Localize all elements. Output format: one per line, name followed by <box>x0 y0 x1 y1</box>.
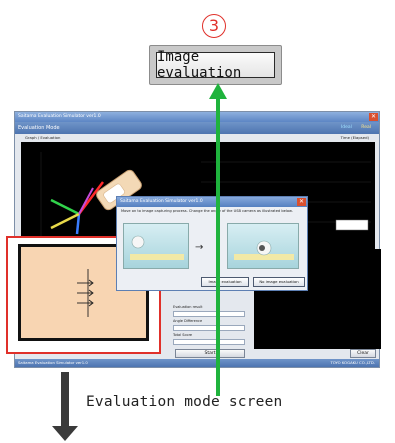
down-arrow-head <box>52 426 78 441</box>
window-title: Saitama Evaluation Simulator ver1.0 <box>15 112 379 122</box>
green-arrow-shaft <box>216 96 220 396</box>
status-right: TOYO KOGAKU CO.,LTD. <box>330 360 375 365</box>
axis-arrow-green <box>50 198 80 216</box>
start-button[interactable]: Start <box>175 349 245 358</box>
green-arrow-head <box>209 83 227 99</box>
step-number-marker: 3 <box>202 14 226 38</box>
axis-arrow-blue <box>75 213 81 235</box>
field-label-evaluation: Evaluation result <box>173 305 203 309</box>
image-evaluation-button-zoom[interactable]: Image evaluation <box>149 45 282 85</box>
image-capture-dialog: Saitama Evaluation Simulator ver1.0 ✕ Mo… <box>116 196 308 291</box>
field-label-score: Total Score <box>173 333 193 337</box>
mode-header: Evaluation Mode Ideal Real <box>15 122 379 134</box>
clear-button[interactable]: Clear <box>350 349 376 358</box>
image-evaluation-label: Image evaluation <box>156 49 275 81</box>
total-score-field <box>173 339 245 345</box>
status-left: Saitama Evaluation Simulator ver1.0 <box>18 360 88 365</box>
axis-arrow-magenta <box>78 187 94 215</box>
dialog-image-evaluation-button[interactable]: Image evaluation <box>201 277 249 287</box>
arrow-right-icon: → <box>195 242 204 253</box>
graph-subheader: Graph / Evaluation Time (Elapsed) <box>15 134 379 141</box>
angle-difference-field <box>173 325 245 331</box>
dialog-no-image-evaluation-button[interactable]: No image evaluation <box>253 277 305 287</box>
legend-item-real: Real <box>361 125 371 130</box>
camera-angle-after-image <box>227 223 299 269</box>
target-marks <box>77 269 94 317</box>
camera-angle-before-image <box>123 223 189 269</box>
time-label: Time (Elapsed) <box>340 135 369 140</box>
dialog-title-text: Saitama Evaluation Simulator ver1.0 <box>120 199 203 204</box>
axis-arrow-yellow <box>50 212 80 230</box>
caption-text: Evaluation mode screen <box>86 394 283 410</box>
down-arrow-shaft <box>61 372 69 428</box>
dialog-message: Move on to image capturing process. Chan… <box>121 209 293 213</box>
legend-item-ideal: Ideal <box>340 125 352 130</box>
graph-label: Graph / Evaluation <box>25 135 61 140</box>
mode-title: Evaluation Mode <box>18 125 60 131</box>
status-bar: Saitama Evaluation Simulator ver1.0 TOYO… <box>15 359 379 367</box>
legend: Ideal Real <box>333 122 371 134</box>
dialog-close-icon[interactable]: ✕ <box>297 198 306 206</box>
field-label-angle: Angle Difference <box>173 319 203 323</box>
dialog-title: Saitama Evaluation Simulator ver1.0 ✕ <box>117 197 307 207</box>
evaluation-result-field <box>173 311 245 317</box>
window-close-icon[interactable]: ✕ <box>369 113 378 121</box>
